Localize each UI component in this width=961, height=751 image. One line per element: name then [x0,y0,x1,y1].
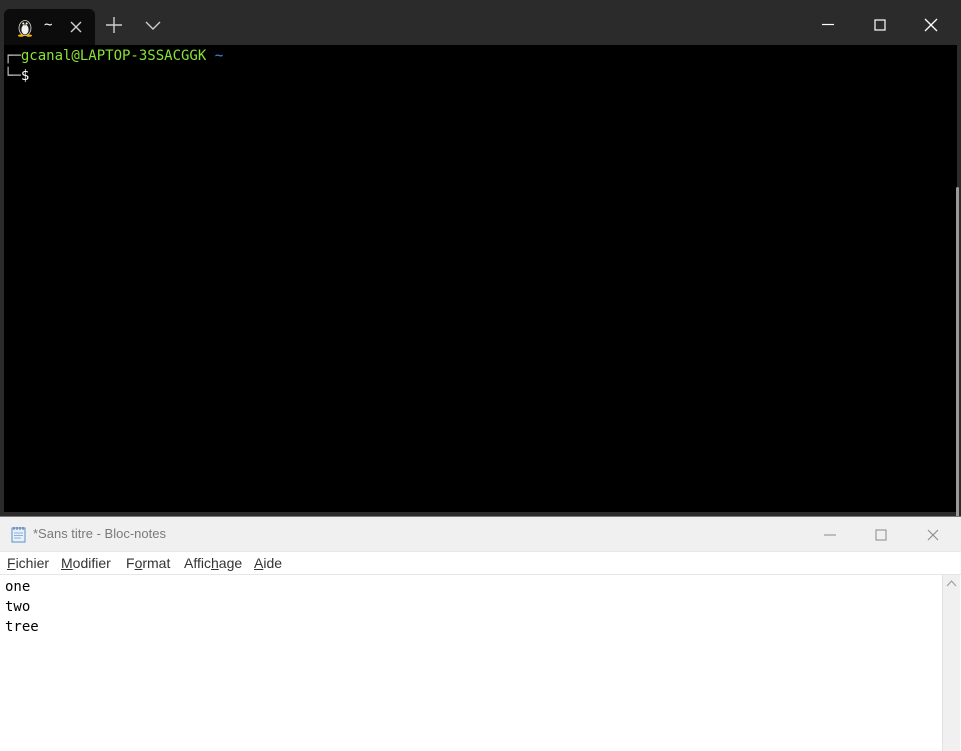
terminal-output[interactable]: ┌─gcanal@LAPTOP-3SSACGGK ~ └─$ [4,45,959,539]
scroll-up-arrow-icon[interactable] [946,579,957,587]
maximize-icon[interactable] [867,12,893,38]
text-line: two [5,599,31,615]
prompt-user-host: gcanal@LAPTOP-3SSACGGK [20,48,207,64]
prompt-line-1: ┌─gcanal@LAPTOP-3SSACGGK ~ [4,46,223,66]
notepad-close-icon[interactable] [920,522,946,548]
prompt-path: ~ [214,48,224,64]
notepad-window: *Sans titre - Bloc-notes Fichier Modifie… [0,516,961,751]
menu-affichage[interactable]: Affichage [184,555,242,571]
terminal-titlebar[interactable]: ~ [0,0,961,45]
notepad-icon [11,527,26,543]
menu-aide[interactable]: Aide [254,555,282,571]
menu-modifier[interactable]: Modifier [61,555,111,571]
chevron-down-icon[interactable] [144,17,162,33]
prompt-frame-bottom: └─ [4,68,21,84]
notepad-minimize-icon[interactable] [817,522,843,548]
notepad-text-area[interactable]: one two tree [5,577,935,747]
terminal-scrollbar[interactable] [956,187,959,539]
menu-fichier[interactable]: Fichier [7,555,49,571]
tab-close-icon[interactable] [68,19,84,35]
terminal-tab[interactable]: ~ [4,9,95,45]
plus-icon[interactable] [104,15,124,35]
text-line: one [5,579,31,595]
prompt-symbol: $ [20,68,30,84]
notepad-titlebar[interactable]: *Sans titre - Bloc-notes [0,517,961,552]
menu-format[interactable]: Format [126,555,170,571]
text-line: tree [5,619,39,635]
prompt-line-2: └─$ [4,66,29,86]
minimize-icon[interactable] [815,12,841,38]
tab-title: ~ [44,17,53,33]
notepad-vertical-scrollbar[interactable] [942,575,960,751]
terminal-window: ~ ┌─gcanal@LAPTOP-3SSACGGK ~ └─$ [0,0,961,539]
linux-penguin-icon [18,20,32,37]
notepad-maximize-icon[interactable] [868,522,894,548]
notepad-menubar: Fichier Modifier Format Affichage Aide [0,552,961,575]
notepad-title: *Sans titre - Bloc-notes [33,526,166,541]
prompt-frame-top: ┌─ [4,48,21,64]
close-icon[interactable] [918,12,944,38]
